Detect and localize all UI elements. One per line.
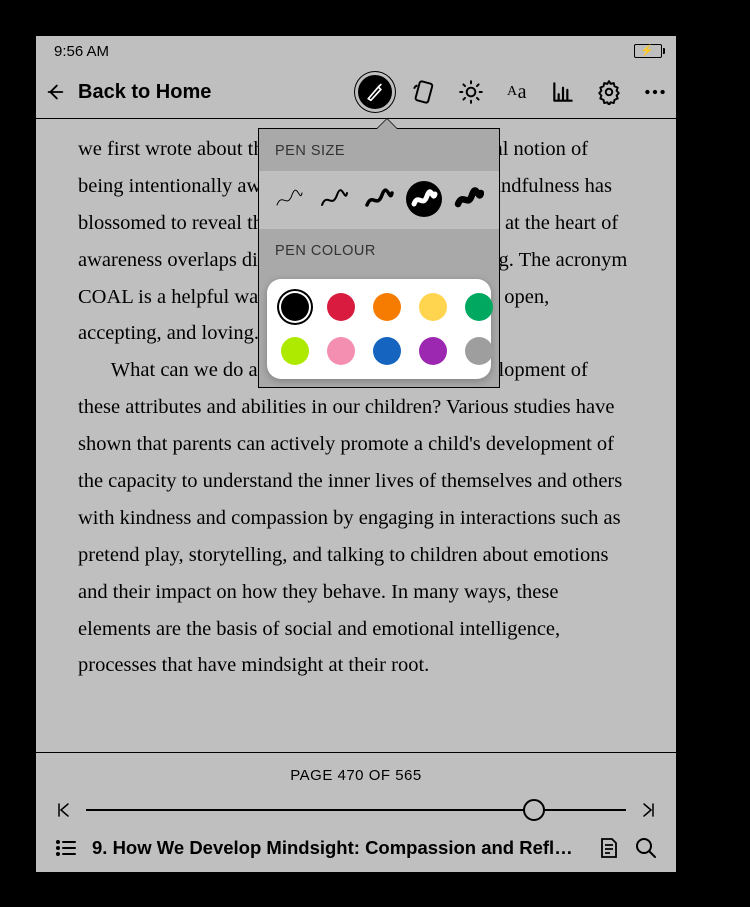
pen-size-2[interactable]	[316, 181, 352, 217]
colour-swatch-6[interactable]	[327, 337, 355, 365]
page-indicator: PAGE 470 OF 565	[54, 767, 658, 784]
clock: 9:56 AM	[54, 43, 109, 60]
rotate-button[interactable]	[412, 79, 438, 105]
progress-slider[interactable]	[86, 798, 626, 822]
colour-swatch-5[interactable]	[281, 337, 309, 365]
chapter-title[interactable]: 9. How We Develop Mindsight: Compassion …	[92, 837, 582, 859]
back-to-home-button[interactable]: Back to Home	[44, 81, 358, 104]
ereader-screen: 9:56 AM ⚡ Back to Home Aa	[36, 36, 676, 872]
colour-swatch-2[interactable]	[373, 293, 401, 321]
pen-tool-button[interactable]	[358, 75, 392, 109]
popover-arrow	[377, 119, 397, 129]
font-button[interactable]: Aa	[504, 79, 530, 105]
colour-swatch-8[interactable]	[419, 337, 447, 365]
slider-thumb[interactable]	[523, 799, 545, 821]
pen-colour-grid	[281, 293, 477, 365]
pen-popover: PEN SIZE PEN COLOUR	[258, 128, 500, 388]
pen-size-header: PEN SIZE	[259, 129, 499, 171]
pen-size-5[interactable]	[451, 181, 487, 217]
status-bar: 9:56 AM ⚡	[36, 36, 676, 66]
pen-size-1[interactable]	[271, 181, 307, 217]
back-label: Back to Home	[78, 81, 211, 104]
battery-icon: ⚡	[634, 44, 662, 58]
toc-icon[interactable]	[54, 836, 78, 860]
colour-swatch-1[interactable]	[327, 293, 355, 321]
paragraph: What can we do as parents to promote the…	[78, 352, 634, 684]
notes-icon[interactable]	[596, 836, 620, 860]
pen-size-row	[259, 171, 499, 229]
pen-size-3[interactable]	[361, 181, 397, 217]
go-first-icon[interactable]	[56, 802, 72, 818]
colour-swatch-0[interactable]	[281, 293, 309, 321]
more-button[interactable]	[642, 79, 668, 105]
colour-swatch-3[interactable]	[419, 293, 447, 321]
colour-swatch-4[interactable]	[465, 293, 493, 321]
pen-size-4[interactable]	[406, 181, 442, 217]
footer: PAGE 470 OF 565 9. How We Develop Mindsi…	[36, 753, 676, 872]
arrow-left-icon	[44, 81, 66, 103]
stats-button[interactable]	[550, 79, 576, 105]
pen-colour-header: PEN COLOUR	[259, 229, 499, 271]
top-toolbar: Back to Home Aa	[36, 66, 676, 118]
colour-swatch-9[interactable]	[465, 337, 493, 365]
settings-button[interactable]	[596, 79, 622, 105]
drag-handle[interactable]	[338, 16, 374, 20]
search-icon[interactable]	[634, 836, 658, 860]
pen-colour-card	[267, 279, 491, 379]
go-last-icon[interactable]	[640, 802, 656, 818]
colour-swatch-7[interactable]	[373, 337, 401, 365]
brightness-button[interactable]	[458, 79, 484, 105]
